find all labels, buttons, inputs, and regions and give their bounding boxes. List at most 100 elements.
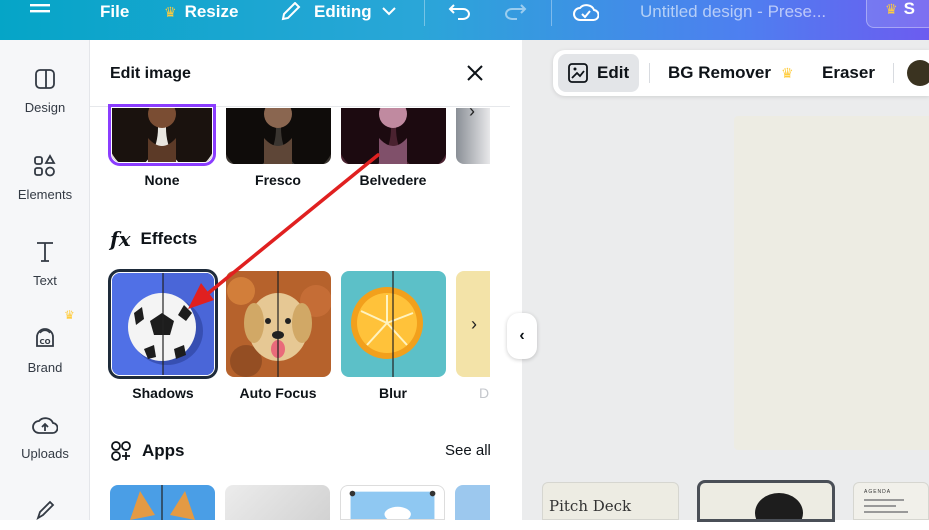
apps-heading: Apps — [110, 440, 185, 462]
bg-remover-button[interactable]: BG Remover ♛ — [668, 50, 794, 96]
effects-next-button[interactable]: › — [460, 297, 488, 351]
rail-item-design[interactable]: Design — [0, 66, 90, 115]
rail-item-label: Design — [24, 100, 66, 115]
fx-icon: fx — [110, 227, 131, 251]
effect-thumb-auto-focus[interactable] — [226, 271, 331, 377]
upgrade-button[interactable]: ♛ S — [866, 0, 929, 28]
document-title[interactable]: Untitled design - Prese... — [640, 0, 826, 24]
app-thumb-3[interactable] — [340, 485, 445, 520]
orange-slice-thumbnail — [341, 271, 446, 377]
effects-heading: fx Effects — [110, 227, 197, 251]
upgrade-label: S — [903, 0, 915, 18]
apps-icon — [111, 441, 131, 461]
crown-icon: ♛ — [164, 3, 177, 20]
pencil-icon — [281, 2, 301, 21]
page-thumb-1[interactable]: Pitch Deck — [542, 482, 679, 520]
chevron-right-icon: › — [471, 313, 477, 334]
edit-label: Edit — [597, 63, 630, 82]
collapse-panel-button[interactable]: ‹ — [507, 313, 537, 359]
filter-label: None — [144, 172, 180, 188]
filters-next-button[interactable]: › — [458, 84, 486, 138]
dog-thumbnail — [226, 271, 331, 377]
app-thumb-2[interactable] — [225, 485, 330, 520]
file-menu[interactable]: File — [100, 0, 129, 24]
app-thumb-partial[interactable] — [455, 485, 490, 520]
page-thumb-title: AGENDA — [864, 489, 892, 495]
close-icon — [467, 65, 483, 81]
rail-item-label: Brand — [27, 360, 63, 375]
rail-item-draw[interactable] — [0, 496, 90, 530]
filter-thumb-none[interactable] — [108, 104, 216, 166]
draw-pen-icon — [32, 496, 58, 522]
page-thumb-title: Pitch Deck — [549, 497, 632, 515]
close-button[interactable] — [464, 62, 486, 84]
chevron-right-icon: › — [469, 100, 475, 121]
brand-icon: CO — [32, 326, 58, 352]
rail-item-uploads[interactable]: Uploads — [0, 412, 90, 461]
cloud-saved-icon[interactable] — [573, 0, 599, 24]
eraser-label: Eraser — [822, 63, 875, 82]
apps-heading-text: Apps — [142, 441, 185, 460]
edit-image-icon — [568, 63, 588, 83]
crown-icon: ♛ — [885, 0, 898, 17]
chevron-down-icon — [381, 7, 396, 16]
crown-icon: ♛ — [64, 308, 75, 322]
editing-mode-button[interactable]: Editing — [280, 0, 396, 24]
rail-item-label: Text — [33, 273, 57, 288]
effect-thumb-shadows[interactable] — [108, 269, 218, 379]
effect-label: Auto Focus — [239, 385, 317, 401]
redo-button[interactable] — [503, 0, 527, 24]
portrait-thumbnail — [112, 108, 212, 162]
resize-label: Resize — [184, 2, 239, 21]
rail-item-elements[interactable]: Elements — [0, 153, 90, 202]
resize-button[interactable]: ♛ Resize — [164, 0, 238, 24]
portrait-thumbnail — [226, 108, 331, 164]
upload-cloud-icon — [32, 412, 58, 438]
panel-divider — [90, 106, 510, 107]
corgi-thumbnail — [110, 485, 215, 520]
soccer-ball-thumbnail — [112, 273, 214, 375]
file-label: File — [100, 2, 130, 21]
rail-item-brand[interactable]: ♛ CO Brand — [0, 308, 90, 375]
app-thumb-1[interactable] — [110, 485, 215, 520]
photo-frame-thumbnail — [349, 490, 436, 519]
filter-thumb-fresco[interactable] — [226, 108, 331, 164]
effects-heading-text: Effects — [140, 229, 198, 248]
effect-label: D — [479, 385, 490, 401]
filter-label: Fresco — [255, 172, 301, 188]
effect-thumb-blur[interactable] — [341, 271, 446, 377]
effect-label: Blur — [379, 385, 407, 401]
bg-remover-label: BG Remover — [668, 63, 771, 82]
menu-icon[interactable] — [30, 0, 50, 24]
edit-image-panel: Edit image None Fresco Belvedere › fx Ef… — [90, 40, 510, 520]
top-bar: File ♛ Resize Editing Untitled design - … — [0, 0, 929, 40]
editing-label: Editing — [314, 2, 372, 21]
undo-button[interactable] — [448, 0, 472, 24]
panel-title: Edit image — [110, 65, 191, 82]
shapes-icon — [32, 153, 58, 179]
edit-button[interactable]: Edit — [567, 50, 629, 96]
svg-text:CO: CO — [39, 338, 50, 346]
color-swatch[interactable] — [907, 60, 929, 86]
filter-label: Belvedere — [359, 172, 427, 188]
rail-item-text[interactable]: Text — [0, 239, 90, 288]
page-thumb-2[interactable] — [697, 480, 835, 522]
page-thumb-3[interactable]: AGENDA — [853, 482, 929, 520]
page-thumb-image — [755, 493, 803, 519]
rail-item-label: Elements — [17, 187, 73, 202]
see-all-link[interactable]: See all — [445, 442, 491, 459]
document-title-text: Untitled design - Prese... — [640, 2, 827, 21]
design-page[interactable] — [734, 116, 929, 450]
left-rail: Design Elements Text ♛ CO Brand Uploads — [0, 40, 90, 520]
filter-thumb-belvedere[interactable] — [341, 108, 446, 164]
undo-icon — [448, 4, 470, 20]
eraser-button[interactable]: Eraser — [822, 50, 875, 96]
portrait-thumbnail — [341, 108, 446, 164]
layout-icon — [32, 66, 58, 92]
image-toolbar: Edit BG Remover ♛ Eraser — [553, 50, 929, 96]
rail-item-label: Uploads — [21, 446, 69, 461]
effect-label: Shadows — [132, 385, 194, 401]
crown-icon: ♛ — [780, 64, 794, 81]
redo-icon — [505, 4, 527, 20]
text-icon — [32, 239, 58, 265]
